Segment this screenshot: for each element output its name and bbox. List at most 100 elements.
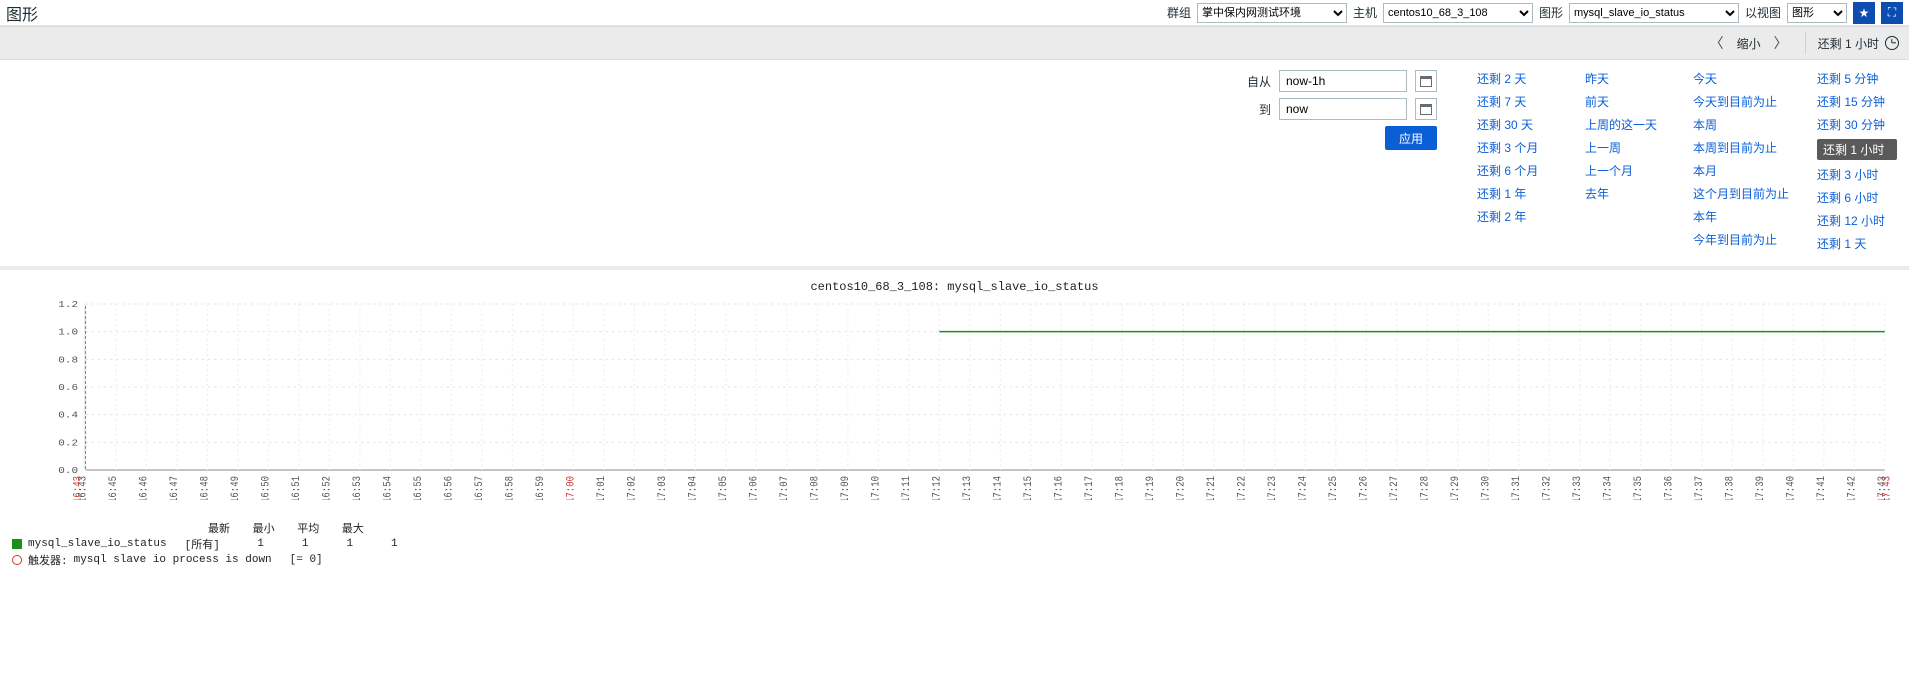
trigger-text: mysql slave io process is down bbox=[74, 554, 272, 566]
legend-hdr-min: 最小 bbox=[237, 520, 275, 536]
time-next-button[interactable]: 〉 bbox=[1769, 31, 1793, 55]
chart-title: centos10_68_3_108: mysql_slave_io_status bbox=[12, 278, 1897, 300]
svg-text:17:29: 17:29 bbox=[1450, 476, 1462, 500]
time-preset-link[interactable]: 还剩 3 小时 bbox=[1817, 166, 1897, 183]
legend-row-series: mysql_slave_io_status [所有] 1 1 1 1 bbox=[12, 536, 1897, 552]
svg-text:16:52: 16:52 bbox=[322, 476, 334, 500]
time-preset-link[interactable]: 还剩 15 分钟 bbox=[1817, 93, 1897, 110]
group-label: 群组 bbox=[1167, 4, 1191, 21]
svg-text:12-02 17:43: 12-02 17:43 bbox=[1882, 476, 1894, 500]
time-nav-strip: 〈 缩小 〉 还剩 1 小时 bbox=[0, 26, 1909, 60]
legend-row-trigger: 触发器: mysql slave io process is down [= 0… bbox=[12, 552, 1897, 568]
preset-col-2: 昨天前天上周的这一天上一周上一个月去年 bbox=[1585, 70, 1665, 252]
chart-grid bbox=[85, 304, 1884, 470]
time-preset-link[interactable]: 还剩 2 天 bbox=[1477, 70, 1557, 87]
chart-svg: 0.00.20.40.60.81.01.2 16:4316:4516:4616:… bbox=[12, 300, 1897, 500]
time-preset-link[interactable]: 去年 bbox=[1585, 185, 1665, 202]
svg-text:16:46: 16:46 bbox=[139, 476, 151, 500]
svg-text:17:26: 17:26 bbox=[1359, 476, 1371, 500]
graph-select[interactable]: mysql_slave_io_status bbox=[1569, 3, 1739, 23]
time-preset-link[interactable]: 本月 bbox=[1693, 162, 1789, 179]
star-icon: ★ bbox=[1859, 6, 1870, 20]
current-range-indicator[interactable]: 还剩 1 小时 bbox=[1818, 35, 1899, 52]
trigger-swatch-icon bbox=[12, 555, 22, 565]
svg-text:17:36: 17:36 bbox=[1664, 476, 1676, 500]
to-input[interactable] bbox=[1279, 98, 1407, 120]
time-preset-link[interactable]: 本周 bbox=[1693, 116, 1789, 133]
legend-headers: 最新 最小 平均 最大 bbox=[192, 520, 364, 536]
svg-text:17:27: 17:27 bbox=[1389, 476, 1401, 500]
svg-text:16:51: 16:51 bbox=[291, 476, 303, 500]
time-preset-link[interactable]: 还剩 3 个月 bbox=[1477, 139, 1557, 156]
time-prev-button[interactable]: 〈 bbox=[1705, 31, 1729, 55]
time-preset-link[interactable]: 今天到目前为止 bbox=[1693, 93, 1789, 110]
time-preset-link[interactable]: 还剩 30 天 bbox=[1477, 116, 1557, 133]
svg-text:17:35: 17:35 bbox=[1633, 476, 1645, 500]
time-preset-link[interactable]: 上一个月 bbox=[1585, 162, 1665, 179]
calendar-icon bbox=[1420, 76, 1432, 87]
svg-text:17:38: 17:38 bbox=[1725, 476, 1737, 500]
time-preset-link[interactable]: 前天 bbox=[1585, 93, 1665, 110]
time-preset-link[interactable]: 还剩 6 小时 bbox=[1817, 189, 1897, 206]
legend-hdr-max: 最大 bbox=[326, 520, 364, 536]
clock-icon bbox=[1885, 36, 1899, 50]
time-preset-link[interactable]: 今年到目前为止 bbox=[1693, 231, 1789, 248]
time-preset-link[interactable]: 上周的这一天 bbox=[1585, 116, 1665, 133]
divider bbox=[1805, 32, 1806, 54]
svg-text:17:04: 17:04 bbox=[688, 476, 700, 500]
svg-text:17:05: 17:05 bbox=[718, 476, 730, 500]
range-inputs: 自从 到 应用 bbox=[1243, 70, 1437, 252]
svg-text:17:18: 17:18 bbox=[1115, 476, 1127, 500]
zoom-out-button[interactable]: 缩小 bbox=[1737, 35, 1761, 52]
group-select[interactable]: 掌中保内网测试环境 bbox=[1197, 3, 1347, 23]
chart-panel: centos10_68_3_108: mysql_slave_io_status… bbox=[0, 270, 1909, 580]
legend-series-extra: [所有] bbox=[185, 536, 220, 552]
apply-button[interactable]: 应用 bbox=[1385, 126, 1437, 150]
svg-text:17:34: 17:34 bbox=[1603, 476, 1615, 500]
time-preset-link[interactable]: 本年 bbox=[1693, 208, 1789, 225]
time-preset-link[interactable]: 还剩 5 分钟 bbox=[1817, 70, 1897, 87]
svg-text:0.8: 0.8 bbox=[58, 356, 78, 366]
favorite-button[interactable]: ★ bbox=[1853, 2, 1875, 24]
time-preset-link[interactable]: 这个月到目前为止 bbox=[1693, 185, 1789, 202]
time-preset-link[interactable]: 本周到目前为止 bbox=[1693, 139, 1789, 156]
time-preset-link[interactable]: 昨天 bbox=[1585, 70, 1665, 87]
view-select[interactable]: 图形 bbox=[1787, 3, 1847, 23]
current-range-label: 还剩 1 小时 bbox=[1818, 35, 1879, 52]
time-preset-link[interactable]: 还剩 2 年 bbox=[1477, 208, 1557, 225]
svg-text:17:40: 17:40 bbox=[1786, 476, 1798, 500]
host-select[interactable]: centos10_68_3_108 bbox=[1383, 3, 1533, 23]
from-calendar-button[interactable] bbox=[1415, 70, 1437, 92]
host-label: 主机 bbox=[1353, 4, 1377, 21]
svg-text:17:01: 17:01 bbox=[596, 476, 608, 500]
svg-text:17:28: 17:28 bbox=[1420, 476, 1432, 500]
time-preset-link[interactable]: 还剩 1 年 bbox=[1477, 185, 1557, 202]
time-picker-panel: 自从 到 应用 还剩 2 天还剩 7 天还剩 30 天还剩 3 个月还剩 6 个… bbox=[0, 60, 1909, 270]
legend-swatch-icon bbox=[12, 539, 22, 549]
svg-text:17:09: 17:09 bbox=[840, 476, 852, 500]
time-preset-link[interactable]: 上一周 bbox=[1585, 139, 1665, 156]
svg-text:17:30: 17:30 bbox=[1481, 476, 1493, 500]
svg-text:16:50: 16:50 bbox=[261, 476, 273, 500]
fullscreen-button[interactable]: ⛶ bbox=[1881, 2, 1903, 24]
svg-text:17:08: 17:08 bbox=[810, 476, 822, 500]
time-preset-link[interactable]: 还剩 6 个月 bbox=[1477, 162, 1557, 179]
svg-text:17:14: 17:14 bbox=[993, 476, 1005, 500]
calendar-icon bbox=[1420, 104, 1432, 115]
time-preset-link[interactable]: 还剩 12 小时 bbox=[1817, 212, 1897, 229]
to-calendar-button[interactable] bbox=[1415, 98, 1437, 120]
svg-text:16:58: 16:58 bbox=[505, 476, 517, 500]
from-input[interactable] bbox=[1279, 70, 1407, 92]
time-preset-link[interactable]: 还剩 30 分钟 bbox=[1817, 116, 1897, 133]
legend-hdr-avg: 平均 bbox=[281, 520, 319, 536]
time-preset-link[interactable]: 还剩 1 小时 bbox=[1817, 139, 1897, 160]
time-preset-link[interactable]: 还剩 1 天 bbox=[1817, 235, 1897, 252]
svg-text:1.2: 1.2 bbox=[58, 301, 78, 311]
time-preset-link[interactable]: 今天 bbox=[1693, 70, 1789, 87]
time-preset-link[interactable]: 还剩 7 天 bbox=[1477, 93, 1557, 110]
svg-text:16:47: 16:47 bbox=[169, 476, 181, 500]
to-label: 到 bbox=[1243, 101, 1271, 118]
graph-label: 图形 bbox=[1539, 4, 1563, 21]
top-filter-bar: 图形 群组 掌中保内网测试环境 主机 centos10_68_3_108 图形 … bbox=[0, 0, 1909, 26]
svg-text:17:24: 17:24 bbox=[1298, 476, 1310, 500]
